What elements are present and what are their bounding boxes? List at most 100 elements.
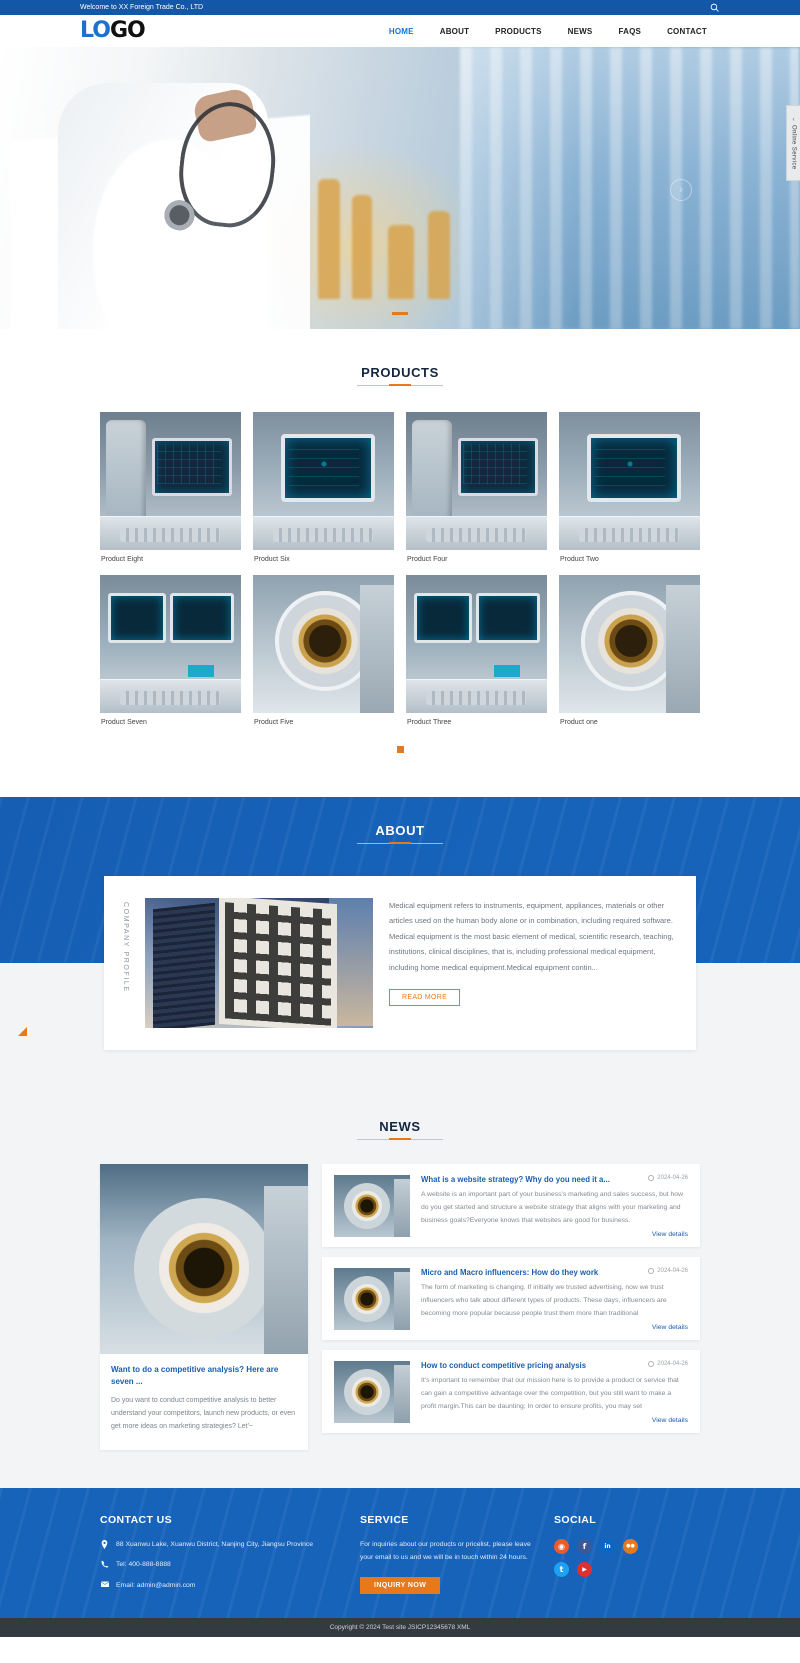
nav-item-contact[interactable]: CONTACT	[654, 27, 720, 36]
footer-contact-column: CONTACT US 88 Xuanwu Lake, Xuanwu Distri…	[100, 1514, 360, 1601]
news-item-main: How to conduct competitive pricing analy…	[421, 1360, 688, 1424]
hero-pagination	[0, 312, 800, 315]
news-item-date-text: 2024-04-26	[657, 1267, 688, 1274]
news-item-desc: A website is an important part of your b…	[421, 1191, 683, 1224]
footer-social-column: SOCIAL ◉ f in ●● t ▶	[540, 1514, 700, 1601]
news-list-item[interactable]: What is a website strategy? Why do you n…	[322, 1164, 700, 1247]
news-grid: Want to do a competitive analysis? Here …	[100, 1164, 700, 1450]
news-item-view-details[interactable]: View details	[421, 1228, 688, 1238]
news-title-block: NEWS	[0, 1083, 800, 1140]
product-name: Product Four	[407, 556, 448, 563]
news-feature-body: Want to do a competitive analysis? Here …	[100, 1354, 308, 1450]
news-item-main: What is a website strategy? Why do you n…	[421, 1175, 688, 1238]
search-icon[interactable]	[708, 2, 720, 14]
news-feature-card[interactable]: Want to do a competitive analysis? Here …	[100, 1164, 308, 1450]
about-building-image	[145, 898, 373, 1028]
product-card[interactable]: Product Two	[559, 412, 700, 563]
product-card[interactable]: Product Six	[253, 412, 394, 563]
news-item-title[interactable]: How to conduct competitive pricing analy…	[421, 1361, 586, 1371]
main-navigation: HOME ABOUT PRODUCTS NEWS FAQS CONTACT	[376, 27, 720, 36]
inquiry-now-button[interactable]: INQUIRY NOW	[360, 1576, 441, 1594]
product-name: Product Eight	[101, 556, 144, 563]
online-service-label: Online Service	[790, 124, 797, 170]
nav-item-home[interactable]: HOME	[376, 27, 427, 36]
product-card[interactable]: Product Seven	[100, 575, 241, 726]
about-paragraph: Medical equipment refers to instruments,…	[389, 901, 674, 972]
site-logo[interactable]: LOGO	[80, 18, 146, 43]
footer-contact-title: CONTACT US	[100, 1513, 173, 1526]
product-card[interactable]: Product Three	[406, 575, 547, 726]
footer-phone-text: Tel: 400-888-8888	[116, 1561, 171, 1569]
facebook-icon[interactable]: f	[577, 1538, 592, 1554]
news-item-view-details[interactable]: View details	[421, 1321, 688, 1331]
product-card[interactable]: Product one	[559, 575, 700, 726]
news-item-date: 2024-04-26	[648, 1267, 688, 1274]
site-header: LOGO HOME ABOUT PRODUCTS NEWS FAQS CONTA…	[0, 15, 800, 47]
news-item-desc: It's important to remember that our miss…	[421, 1376, 679, 1410]
nav-item-about[interactable]: ABOUT	[427, 27, 482, 36]
news-item-head: What is a website strategy? Why do you n…	[421, 1175, 688, 1185]
product-thumbnail[interactable]	[559, 412, 700, 550]
news-item-thumbnail	[334, 1360, 410, 1423]
news-title: NEWS	[379, 1119, 421, 1134]
about-text-block: Medical equipment refers to instruments,…	[389, 898, 674, 1006]
header-inner: LOGO HOME ABOUT PRODUCTS NEWS FAQS CONTA…	[80, 15, 720, 47]
nav-item-products[interactable]: PRODUCTS	[482, 27, 555, 36]
product-thumbnail[interactable]	[406, 412, 547, 550]
hero-prev-button[interactable]: ‹	[108, 179, 130, 201]
products-dot-1[interactable]	[396, 746, 404, 753]
news-list-item[interactable]: How to conduct competitive pricing analy…	[322, 1349, 700, 1433]
news-feature-title[interactable]: Want to do a competitive analysis? Here …	[111, 1364, 297, 1395]
product-thumbnail[interactable]	[100, 412, 241, 550]
about-card: COMPANY PROFILE Medical equipment refers…	[18, 876, 696, 1050]
product-name: Product Seven	[101, 719, 147, 726]
top-bar-inner: Welcome to XX Foreign Trade Co., LTD	[80, 0, 720, 15]
product-thumbnail[interactable]	[253, 575, 394, 713]
news-section: NEWS Want to do a competitive analysis? …	[0, 1083, 800, 1488]
twitter-icon[interactable]: t	[554, 1561, 569, 1577]
about-section: ABOUT COMPANY PROFILE Medical equipment …	[0, 797, 800, 1083]
flickr-icon[interactable]: ●●	[623, 1538, 638, 1554]
logo-text-part1: LO	[80, 18, 111, 43]
rss-icon[interactable]: ◉	[554, 1538, 569, 1554]
about-corner-accent	[18, 1027, 27, 1036]
hero-dot-1[interactable]	[392, 312, 408, 315]
footer-address-line: 88 Xuanwu Lake, Xuanwu District, Nanjing…	[100, 1539, 360, 1560]
product-thumbnail[interactable]	[100, 575, 241, 713]
product-card[interactable]: Product Five	[253, 575, 394, 726]
product-name: Product Three	[407, 719, 452, 726]
news-item-main: Micro and Macro influencers: How do they…	[421, 1267, 688, 1331]
product-thumbnail[interactable]	[559, 575, 700, 713]
nav-item-faqs[interactable]: FAQS	[605, 27, 654, 36]
about-title-block: ABOUT	[0, 797, 800, 844]
read-more-button[interactable]: READ MORE	[389, 988, 461, 1006]
news-list-item[interactable]: Micro and Macro influencers: How do they…	[322, 1256, 700, 1340]
news-item-title[interactable]: What is a website strategy? Why do you n…	[421, 1175, 610, 1185]
phone-icon	[100, 1559, 109, 1568]
product-thumbnail[interactable]	[406, 575, 547, 713]
product-card[interactable]: Product Four	[406, 412, 547, 563]
about-title: ABOUT	[375, 823, 425, 838]
product-name: Product Five	[254, 719, 294, 726]
news-item-thumbnail	[334, 1175, 410, 1237]
social-icons-grid: ◉ f in ●● t ▶	[554, 1538, 640, 1577]
copyright-text: Copyright © 2024 Test site JSICP12345678…	[329, 1624, 471, 1632]
news-item-view-details[interactable]: View details	[421, 1414, 688, 1424]
youtube-icon[interactable]: ▶	[577, 1561, 592, 1577]
news-item-desc: The form of marketing is changing. If in…	[421, 1283, 667, 1317]
footer-service-text: For inquiries about our products or pric…	[360, 1540, 531, 1561]
nav-item-news[interactable]: NEWS	[555, 27, 606, 36]
news-feature-image	[100, 1164, 308, 1354]
clock-icon	[648, 1175, 655, 1181]
footer-service-column: SERVICE For inquiries about our products…	[360, 1514, 540, 1601]
hero-next-button[interactable]: ›	[670, 179, 692, 201]
product-card[interactable]: Product Eight	[100, 412, 241, 563]
news-item-date-text: 2024-04-26	[657, 1175, 688, 1181]
online-service-tab[interactable]: ‹ Online Service	[786, 105, 800, 181]
products-title: PRODUCTS	[361, 365, 439, 380]
news-item-title[interactable]: Micro and Macro influencers: How do they…	[421, 1268, 598, 1278]
footer-email-line: Email: admin@admin.com	[100, 1580, 360, 1601]
product-thumbnail[interactable]	[253, 412, 394, 550]
product-name: Product Two	[560, 556, 599, 563]
linkedin-icon[interactable]: in	[600, 1538, 615, 1554]
